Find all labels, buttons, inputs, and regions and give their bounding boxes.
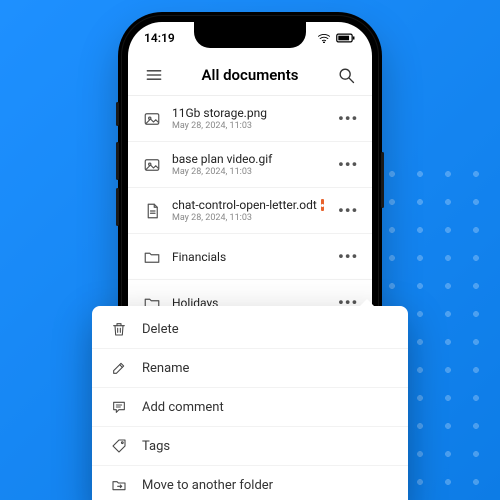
list-item[interactable]: Financials ••• bbox=[128, 234, 372, 280]
file-date: May 28, 2024, 11:03 bbox=[172, 213, 328, 223]
move-folder-icon bbox=[110, 476, 128, 494]
file-name: base plan video.gif bbox=[172, 152, 328, 166]
folder-icon bbox=[142, 247, 162, 267]
page-title: All documents bbox=[202, 66, 299, 84]
editing-badge-icon bbox=[321, 199, 324, 211]
image-icon bbox=[142, 109, 162, 129]
more-button[interactable]: ••• bbox=[338, 247, 358, 266]
menu-item-comment[interactable]: Add comment bbox=[92, 388, 408, 427]
file-name: Financials bbox=[172, 250, 328, 264]
more-button[interactable]: ••• bbox=[338, 155, 358, 174]
trash-icon bbox=[110, 320, 128, 338]
list-item[interactable]: chat-control-open-letter.odt ★ May 28, 2… bbox=[128, 188, 372, 234]
app-header: All documents bbox=[128, 54, 372, 96]
menu-item-tags[interactable]: Tags bbox=[92, 427, 408, 466]
menu-item-rename[interactable]: Rename bbox=[92, 349, 408, 388]
menu-item-label: Delete bbox=[142, 322, 179, 337]
file-list: 11Gb storage.png May 28, 2024, 11:03 •••… bbox=[128, 96, 372, 326]
menu-item-label: Rename bbox=[142, 361, 189, 376]
menu-item-move[interactable]: Move to another folder bbox=[92, 466, 408, 500]
tag-icon bbox=[110, 437, 128, 455]
menu-item-label: Move to another folder bbox=[142, 478, 273, 493]
search-button[interactable] bbox=[334, 63, 358, 87]
context-menu: Delete Rename Add comment Tags Move to a… bbox=[92, 306, 408, 500]
list-item[interactable]: base plan video.gif May 28, 2024, 11:03 … bbox=[128, 142, 372, 188]
menu-button[interactable] bbox=[142, 63, 166, 87]
file-name: 11Gb storage.png bbox=[172, 106, 328, 120]
notch bbox=[194, 22, 306, 48]
file-date: May 28, 2024, 11:03 bbox=[172, 167, 328, 177]
file-name: chat-control-open-letter.odt ★ bbox=[172, 198, 328, 212]
menu-item-label: Tags bbox=[142, 439, 170, 454]
file-date: May 28, 2024, 11:03 bbox=[172, 121, 328, 131]
document-icon bbox=[142, 201, 162, 221]
image-icon bbox=[142, 155, 162, 175]
wifi-icon bbox=[317, 33, 331, 43]
battery-icon bbox=[336, 33, 356, 43]
pencil-icon bbox=[110, 359, 128, 377]
status-time: 14:19 bbox=[144, 31, 175, 45]
menu-item-label: Add comment bbox=[142, 400, 224, 415]
comment-icon bbox=[110, 398, 128, 416]
list-item[interactable]: 11Gb storage.png May 28, 2024, 11:03 ••• bbox=[128, 96, 372, 142]
menu-item-delete[interactable]: Delete bbox=[92, 310, 408, 349]
more-button[interactable]: ••• bbox=[338, 201, 358, 220]
more-button[interactable]: ••• bbox=[338, 109, 358, 128]
